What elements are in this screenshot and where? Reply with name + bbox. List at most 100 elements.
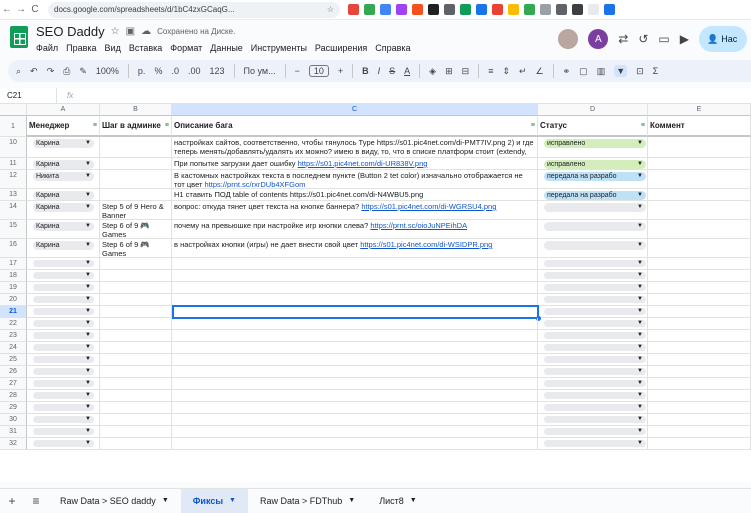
description-cell[interactable]: В кастомных настройках текста в последне… [172,170,538,189]
extension-icon[interactable] [508,4,519,15]
comment-cell[interactable] [648,158,751,170]
description-cell[interactable]: в настройках кнопки (игры) не дает внест… [172,239,538,258]
extension-icon[interactable] [540,4,551,15]
empty-cell[interactable] [172,258,538,270]
column-header-d[interactable]: D [538,104,648,116]
text-color-button[interactable]: A [404,66,410,76]
manager-chip[interactable]: ▼ [33,356,94,363]
status-chip[interactable]: ▼ [544,272,646,279]
row-header[interactable]: 24 [0,342,27,354]
extension-icon[interactable] [524,4,535,15]
filter-icon[interactable]: ≡ [531,121,535,130]
manager-chip[interactable]: ▼ [33,380,94,387]
collaborator-avatar[interactable] [558,29,579,49]
row-header[interactable]: 22 [0,318,27,330]
extension-icon[interactable] [380,4,391,15]
manager-chip[interactable]: ▼ [33,404,94,411]
link-icon[interactable]: ⚭ [563,66,571,77]
address-bar[interactable]: docs.google.com/spreadsheets/d/1bC4zxGCa… [48,1,340,18]
status-chip[interactable]: ▼ [544,392,646,399]
history-icon[interactable]: ↺ [638,32,648,46]
italic-button[interactable]: I [378,66,381,76]
empty-cell[interactable] [648,258,751,270]
empty-cell[interactable] [648,330,751,342]
row-header[interactable]: 1 [0,116,27,137]
header-description[interactable]: Описание бага ≡ [172,116,538,137]
borders-icon[interactable]: ⊞ [445,66,453,77]
step-cell[interactable]: Step 6 of 9 🎮 Games [100,220,172,239]
corner-cell[interactable] [0,104,27,116]
status-chip[interactable]: ▼ [544,296,646,303]
status-chip[interactable]: ▼ [544,440,646,447]
manager-chip[interactable]: ▼ [33,260,94,267]
sheet-tab[interactable]: Raw Data > FDThub ▼ [248,489,367,513]
empty-cell[interactable] [172,318,538,330]
extension-icon[interactable] [396,4,407,15]
menu-edit[interactable]: Правка [66,43,96,53]
header-manager[interactable]: Менеджер ≡ [27,116,100,137]
empty-cell[interactable] [100,378,172,390]
row-header[interactable]: 28 [0,390,27,402]
step-cell[interactable]: Step 6 of 9 🎮 Games [100,239,172,258]
menu-insert[interactable]: Вставка [129,43,162,53]
extension-icon[interactable] [588,4,599,15]
sheet-tab[interactable]: Raw Data > SEO daddy ▼ [48,489,181,513]
extension-icon[interactable] [476,4,487,15]
empty-cell[interactable] [172,354,538,366]
row-header[interactable]: 11 [0,158,27,170]
empty-cell[interactable] [172,438,538,450]
increase-decimal-button[interactable]: .00 [188,66,201,76]
comments-icon[interactable]: ▭ [658,32,669,46]
empty-cell[interactable] [648,342,751,354]
manager-chip[interactable]: Карина ▼ [33,160,94,169]
manager-chip[interactable]: ▼ [33,308,94,315]
extension-icon[interactable] [460,4,471,15]
extension-icon[interactable] [348,4,359,15]
step-cell[interactable] [100,137,172,158]
name-box[interactable]: C21 [0,91,56,100]
description-cell[interactable]: H1 ставить ПОД table of contents https:/… [172,189,538,201]
bookmark-star-icon[interactable]: ☆ [327,5,334,14]
manager-chip[interactable]: Никита ▼ [33,172,94,181]
empty-cell[interactable] [172,270,538,282]
empty-cell[interactable] [648,306,751,318]
header-status[interactable]: Статус ≡ [538,116,648,137]
row-header[interactable]: 31 [0,426,27,438]
undo-icon[interactable]: ↶ [30,66,38,77]
manager-chip[interactable]: ▼ [33,284,94,291]
merge-cells-icon[interactable]: ⊟ [462,66,470,77]
meet-icon[interactable]: ▶ [680,32,689,46]
row-header[interactable]: 23 [0,330,27,342]
empty-cell[interactable] [172,366,538,378]
empty-cell[interactable] [100,366,172,378]
description-link[interactable]: https://s01.pic4net.com/di-UR838V.png [298,159,428,168]
fill-color-icon[interactable]: ◈ [429,66,436,77]
header-step[interactable]: Шаг в админке ≡ [100,116,172,137]
status-chip[interactable]: исправлено ▼ [544,160,646,169]
align-icon[interactable]: ≡ [488,66,493,76]
manager-chip[interactable]: Карина ▼ [33,139,94,148]
description-link[interactable]: https://prnt.sc/rxrDUb4XFGom [205,180,306,188]
description-cell[interactable]: почему на превьюшке при настройке игр кн… [172,220,538,239]
row-header[interactable]: 13 [0,189,27,201]
empty-cell[interactable] [172,330,538,342]
filter-views-icon[interactable]: ⊡ [636,66,644,77]
search-icon[interactable]: ⌕ [16,66,21,77]
row-header[interactable]: 16 [0,239,27,258]
sheets-logo-icon[interactable] [10,26,28,48]
empty-cell[interactable] [648,270,751,282]
present-icon[interactable]: ⇄ [618,32,628,46]
row-header[interactable]: 27 [0,378,27,390]
step-cell[interactable] [100,189,172,201]
extension-icon[interactable] [572,4,583,15]
status-chip[interactable]: ▼ [544,203,646,212]
comment-cell[interactable] [648,239,751,258]
percent-button[interactable]: % [154,66,162,76]
wrap-icon[interactable]: ↵ [519,66,527,77]
manager-chip[interactable]: Карина ▼ [33,203,94,212]
row-header[interactable]: 12 [0,170,27,189]
status-chip[interactable]: ▼ [544,404,646,411]
empty-cell[interactable] [100,414,172,426]
header-comment[interactable]: Коммент [648,116,751,137]
filter-icon[interactable]: ≡ [165,121,169,130]
